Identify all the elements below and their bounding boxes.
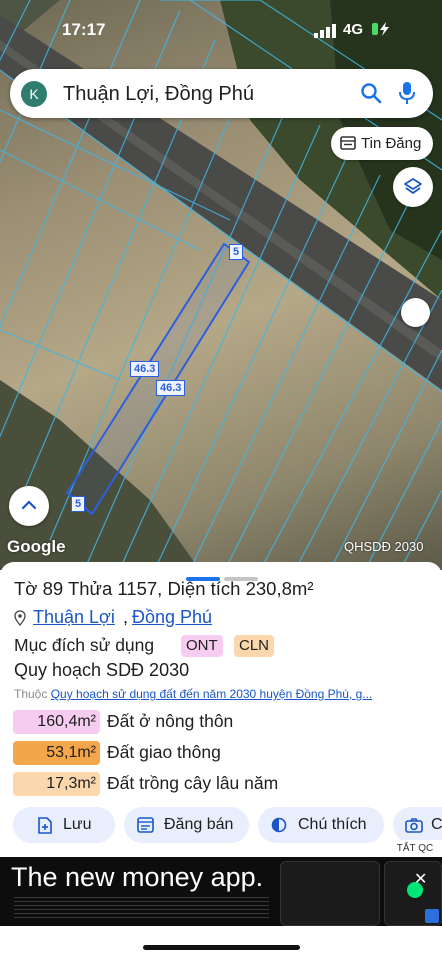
thua-value: 1157 bbox=[117, 578, 158, 599]
purpose-tag-cln: CLN bbox=[234, 635, 275, 657]
home-indicator bbox=[143, 945, 300, 950]
parcel-info-sheet[interactable]: Tờ 89 Thửa 1157, Diện tích 230,8m² Thuận… bbox=[0, 562, 442, 862]
signal-icon bbox=[314, 24, 336, 38]
district-link[interactable]: Đồng Phú bbox=[132, 607, 212, 628]
legend-icon bbox=[271, 817, 287, 833]
layers-icon bbox=[404, 178, 422, 194]
search-input[interactable]: Thuận Lợi, Đồng Phú bbox=[63, 83, 254, 106]
layers-button[interactable] bbox=[393, 167, 433, 207]
area-label-ont: Đất ở nông thôn bbox=[107, 711, 234, 731]
status-bar: 17:17 4G bbox=[0, 0, 442, 60]
battery-charging-icon bbox=[372, 22, 389, 36]
search-icon[interactable] bbox=[360, 82, 382, 104]
thua-label: Thửa bbox=[67, 578, 113, 599]
dimension-label-right: 46.3 bbox=[156, 380, 186, 396]
close-ad-button[interactable]: TẮT QC bbox=[388, 840, 442, 857]
area-label-cln: Đất trồng cây lâu năm bbox=[107, 773, 279, 793]
save-button[interactable]: Lưu bbox=[13, 807, 115, 843]
camera-icon bbox=[405, 818, 423, 833]
ward-link[interactable]: Thuận Lợi bbox=[33, 607, 115, 628]
parcel-title: Tờ 89 Thửa 1157, Diện tích 230,8m² bbox=[14, 578, 313, 600]
chu-thich-label: Chú thích bbox=[298, 816, 367, 833]
location-separator: , bbox=[123, 607, 129, 627]
layer-label: QHSDĐ 2030 bbox=[344, 539, 424, 554]
ad-banner[interactable]: The new money app. bbox=[0, 857, 442, 926]
location-pin-icon bbox=[14, 610, 26, 626]
camera-button[interactable]: C bbox=[393, 807, 442, 843]
dimension-label-left: 46.3 bbox=[130, 361, 160, 377]
ad-info-icon[interactable] bbox=[425, 909, 439, 923]
chu-thich-button[interactable]: Chú thích bbox=[258, 807, 384, 843]
save-icon bbox=[38, 817, 52, 834]
listing-icon bbox=[137, 817, 154, 833]
belongs-prefix: Thuộc bbox=[14, 687, 48, 701]
mic-icon[interactable] bbox=[398, 81, 416, 105]
tin-dang-button[interactable]: Tin Đăng bbox=[331, 127, 433, 160]
action-bar: Lưu Đăng bán Chú thích C bbox=[13, 807, 442, 843]
area-label-road: Đất giao thông bbox=[107, 742, 221, 762]
chevron-up-icon bbox=[21, 500, 37, 510]
dimension-label-top: 5 bbox=[229, 244, 244, 260]
listing-icon bbox=[340, 136, 356, 150]
dang-ban-label: Đăng bán bbox=[164, 816, 234, 833]
dimension-label-bottom: 5 bbox=[71, 496, 86, 512]
network-label: 4G bbox=[343, 21, 364, 38]
area-value-cln: 17,3m² bbox=[13, 772, 100, 796]
to-label: Tờ bbox=[14, 578, 38, 599]
camera-label: C bbox=[431, 816, 442, 833]
map-view[interactable]: 5 46.3 46.3 5 17:17 4G K Thuận Lợi, Đồng… bbox=[0, 0, 442, 570]
google-logo: Google bbox=[7, 537, 66, 556]
planning-label: Quy hoạch SDĐ 2030 bbox=[14, 660, 190, 680]
purpose-tag-ont: ONT bbox=[181, 635, 223, 657]
planning-link[interactable]: Quy hoạch sử dụng đất đến năm 2030 huyện… bbox=[51, 687, 373, 701]
search-bar[interactable]: K Thuận Lợi, Đồng Phú bbox=[10, 69, 433, 118]
belongs-row: Thuộc Quy hoạch sử dụng đất đến năm 2030… bbox=[14, 687, 442, 701]
area-label: , Diện tích bbox=[157, 578, 241, 599]
avatar[interactable]: K bbox=[21, 81, 47, 107]
ad-headline: The new money app. bbox=[11, 862, 264, 892]
ad-fine-print bbox=[14, 897, 269, 919]
ad-phone-image bbox=[280, 861, 380, 926]
expand-up-button[interactable] bbox=[9, 486, 49, 526]
tin-dang-label: Tin Đăng bbox=[361, 135, 422, 152]
save-label: Lưu bbox=[63, 816, 92, 833]
area-value: 230,8m² bbox=[245, 578, 314, 599]
ad-close-icon[interactable]: ✕ bbox=[414, 869, 427, 889]
dang-ban-button[interactable]: Đăng bán bbox=[124, 807, 249, 843]
area-value-road: 53,1m² bbox=[13, 741, 100, 765]
to-value: 89 bbox=[42, 578, 64, 599]
location-marker[interactable] bbox=[401, 298, 430, 327]
area-value-ont: 160,4m² bbox=[13, 710, 100, 734]
purpose-label: Mục đích sử dụng bbox=[14, 635, 155, 655]
status-time: 17:17 bbox=[62, 20, 106, 39]
